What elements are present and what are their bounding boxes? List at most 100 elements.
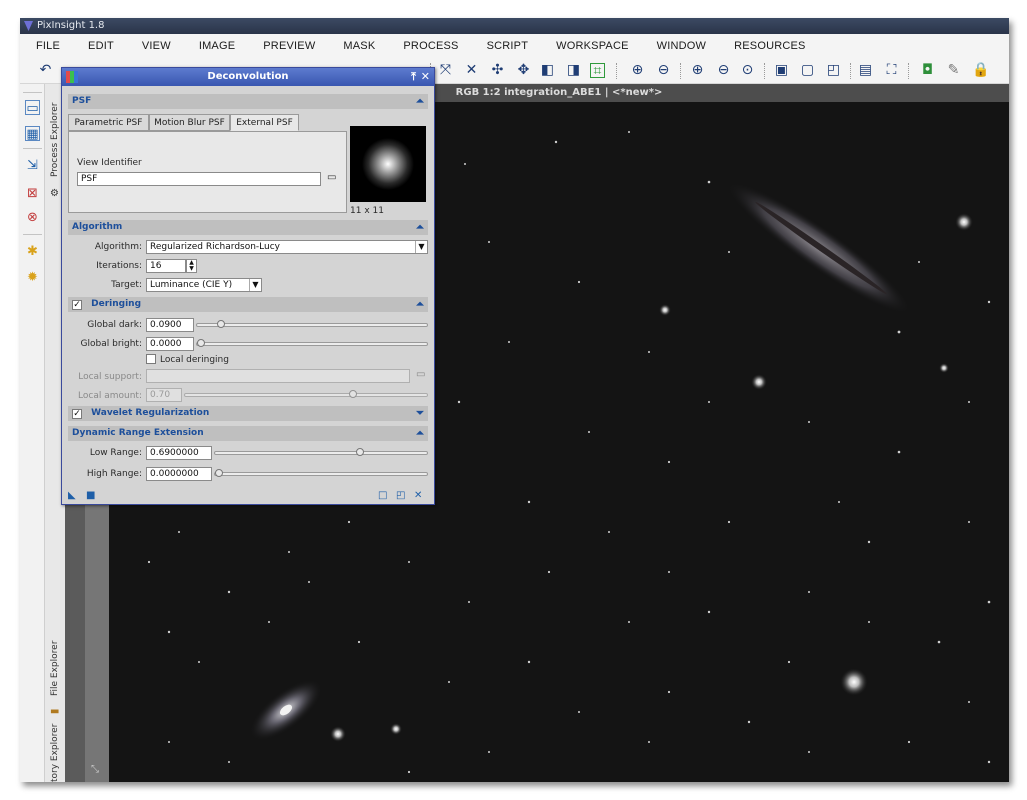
low-range-slider[interactable] xyxy=(214,448,428,456)
database-icon[interactable]: ▬ xyxy=(50,706,59,717)
psf-section-header[interactable]: PSF ⏶ xyxy=(68,94,428,109)
collapse-icon[interactable]: ⏶ xyxy=(416,297,424,312)
apply-global-icon[interactable]: ■ xyxy=(86,490,95,501)
wavelet-section-header[interactable]: ✓ Wavelet Regularization ⏷ xyxy=(68,406,428,421)
edit-preview-icon[interactable]: ◨ xyxy=(566,63,581,78)
menu-bar: FILE EDIT VIEW IMAGE PREVIEW MASK PROCES… xyxy=(20,34,1009,58)
algorithm-select[interactable]: Regularized Richardson-Lucy ▼ xyxy=(146,240,428,254)
real-time-preview-icon[interactable]: ◰ xyxy=(396,490,405,501)
tab-motion-blur-psf[interactable]: Motion Blur PSF xyxy=(149,114,230,131)
dialog-titlebar[interactable]: Deconvolution ⤒ ✕ xyxy=(62,68,434,86)
zoom-in-icon[interactable]: ⊕ xyxy=(630,63,645,78)
high-range-input[interactable]: 0.0000000 xyxy=(146,467,212,481)
deringing-checkbox[interactable]: ✓ xyxy=(72,300,82,310)
select-view-icon[interactable]: ▭ xyxy=(327,172,336,183)
image-icon[interactable]: ▦ xyxy=(25,126,40,142)
slider-knob[interactable] xyxy=(215,469,223,477)
global-dark-slider[interactable] xyxy=(196,320,428,328)
menu-view[interactable]: VIEW xyxy=(142,40,171,52)
star-sort-icon[interactable]: ✹ xyxy=(25,270,40,285)
close-all-icon[interactable]: ⊗ xyxy=(25,210,40,225)
tab-parametric-psf[interactable]: Parametric PSF xyxy=(68,114,149,131)
new-instance-icon[interactable]: ◣ xyxy=(68,490,76,501)
fit-view-icon[interactable]: ⊙ xyxy=(740,63,755,78)
expand-icon[interactable]: ⏷ xyxy=(416,406,424,421)
menu-file[interactable]: FILE xyxy=(36,40,60,52)
global-dark-label: Global dark: xyxy=(87,320,142,330)
gear-icon[interactable]: ⚙ xyxy=(50,188,59,199)
crop-icon[interactable]: ⌗ xyxy=(590,63,605,79)
global-bright-label: Global bright: xyxy=(80,339,142,349)
collapse-icon[interactable]: ⏶ xyxy=(416,94,424,109)
slider-knob[interactable] xyxy=(197,339,205,347)
menu-script[interactable]: SCRIPT xyxy=(487,40,529,52)
close-image-icon[interactable]: ⊠ xyxy=(25,186,40,201)
move-icon[interactable]: ✥ xyxy=(516,63,531,78)
zoom-1-1-icon[interactable]: ⊕ xyxy=(690,63,705,78)
window-icon[interactable]: ▤ xyxy=(858,63,873,78)
toolbar-separator xyxy=(908,63,910,79)
app-title: PixInsight 1.8 xyxy=(37,20,105,31)
mask-lock-icon[interactable]: 🔒 xyxy=(972,63,989,78)
collapse-icon[interactable]: ⏶ xyxy=(416,426,424,441)
chevron-down-icon[interactable]: ▼ xyxy=(249,279,261,291)
undo-icon[interactable]: ↶ xyxy=(38,63,53,78)
menu-workspace[interactable]: WORKSPACE xyxy=(556,40,629,52)
process-icon xyxy=(66,71,78,83)
wavelet-checkbox[interactable]: ✓ xyxy=(72,409,82,419)
low-range-input[interactable]: 0.6900000 xyxy=(146,446,212,460)
high-range-slider[interactable] xyxy=(214,469,428,477)
collapse-icon[interactable]: ⏶ xyxy=(416,220,424,235)
new-preview-icon[interactable]: ◧ xyxy=(540,63,555,78)
readout-mode-icon[interactable]: ✕ xyxy=(464,63,479,78)
local-deringing-checkbox[interactable] xyxy=(146,354,156,364)
pixinsight-window: PixInsight 1.8 FILE EDIT VIEW IMAGE PREV… xyxy=(20,18,1009,782)
global-bright-slider[interactable] xyxy=(196,339,428,347)
iterations-spinner-icon[interactable]: ▲ ▼ xyxy=(186,259,197,273)
menu-edit[interactable]: EDIT xyxy=(88,40,114,52)
resize-icon[interactable]: ⤡ xyxy=(91,764,99,775)
chevron-down-icon[interactable]: ▼ xyxy=(415,241,427,253)
menu-mask[interactable]: MASK xyxy=(343,40,375,52)
slider-knob[interactable] xyxy=(355,448,364,456)
shade-icon[interactable]: ⤒ xyxy=(411,68,416,86)
deconvolution-dialog[interactable]: Deconvolution ⤒ ✕ PSF ⏶ Parametric PSF M… xyxy=(61,67,435,505)
extract-icon[interactable]: ⇲ xyxy=(25,158,40,173)
view-identifier-input[interactable]: PSF xyxy=(77,172,321,186)
left-bar-separator xyxy=(23,234,42,235)
menu-image[interactable]: IMAGE xyxy=(199,40,235,52)
global-dark-input[interactable]: 0.0900 xyxy=(146,318,194,332)
star-image-icon[interactable]: ✱ xyxy=(25,244,40,259)
menu-preview[interactable]: PREVIEW xyxy=(263,40,315,52)
menu-process[interactable]: PROCESS xyxy=(403,40,458,52)
new-mask-icon[interactable]: ◘ xyxy=(920,63,935,78)
menu-window[interactable]: WINDOW xyxy=(657,40,706,52)
monitor-icon[interactable]: ▭ xyxy=(25,100,40,116)
menu-resources[interactable]: RESOURCES xyxy=(734,40,805,52)
deringing-section-title: Deringing xyxy=(91,299,142,309)
reset-icon[interactable]: ✕ xyxy=(414,490,422,501)
file-explorer-tab[interactable]: File Explorer xyxy=(45,632,65,704)
select-preview-icon[interactable]: ▣ xyxy=(774,63,789,78)
close-icon[interactable]: ✕ xyxy=(421,68,430,86)
zoom-out-icon[interactable]: ⊖ xyxy=(656,63,671,78)
pan-mode-icon[interactable]: ✣ xyxy=(490,63,505,78)
browse-documentation-icon[interactable]: □ xyxy=(378,490,387,501)
history-explorer-tab[interactable]: History Explorer xyxy=(45,720,65,782)
tab-external-psf[interactable]: External PSF xyxy=(230,114,299,131)
slider-knob[interactable] xyxy=(216,320,225,328)
global-bright-input[interactable]: 0.0000 xyxy=(146,337,194,351)
preview-dotted-icon[interactable]: ▢ xyxy=(800,63,815,78)
dre-section-header[interactable]: Dynamic Range Extension ⏶ xyxy=(68,426,428,441)
deringing-section-header[interactable]: ✓ Deringing ⏶ xyxy=(68,297,428,312)
psf-size-caption: 11 x 11 xyxy=(350,206,384,216)
zoom-1-2-icon[interactable]: ⊖ xyxy=(716,63,731,78)
zoom-to-fit-icon[interactable]: ⤧ xyxy=(438,63,453,78)
fit-window-icon[interactable]: ⛶ xyxy=(884,63,899,78)
slider-knob xyxy=(348,390,357,398)
target-select[interactable]: Luminance (CIE Y) ▼ xyxy=(146,278,262,292)
iterations-input[interactable]: 16 xyxy=(146,259,186,273)
algorithm-section-header[interactable]: Algorithm ⏶ xyxy=(68,220,428,235)
edit-mode-icon[interactable]: ◰ xyxy=(826,63,841,78)
mask-edit-icon[interactable]: ✎ xyxy=(946,63,961,78)
